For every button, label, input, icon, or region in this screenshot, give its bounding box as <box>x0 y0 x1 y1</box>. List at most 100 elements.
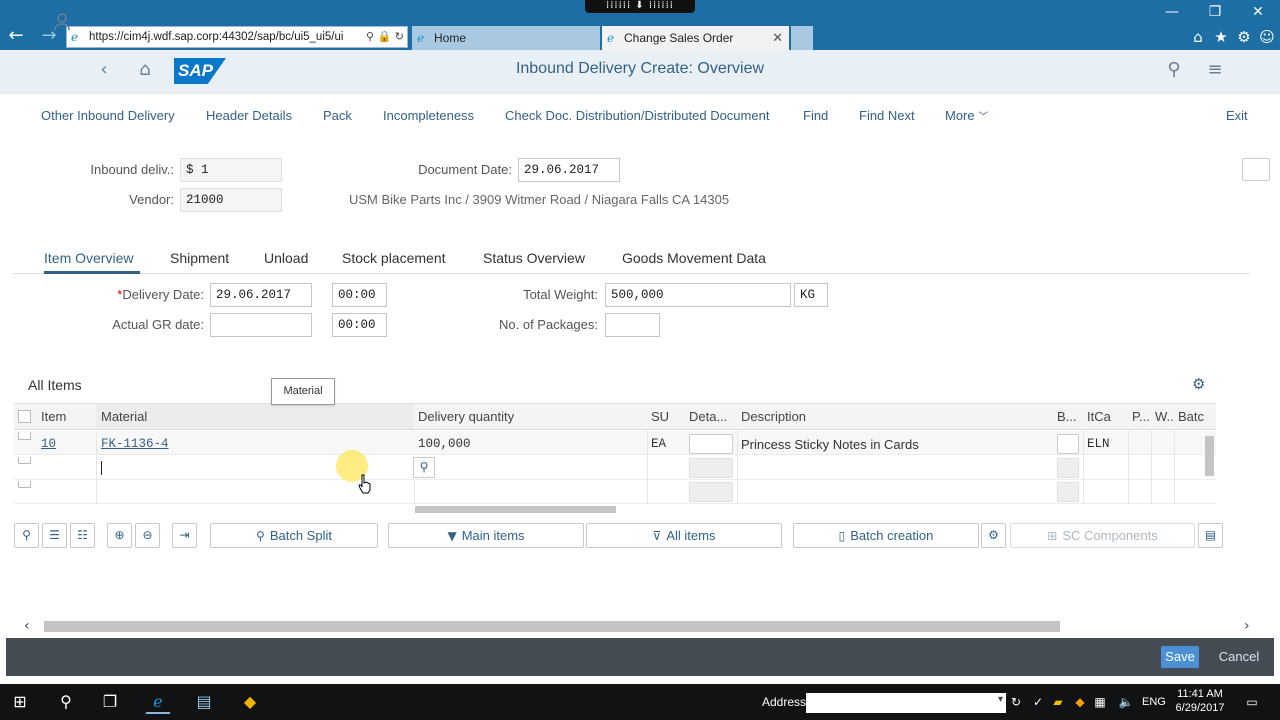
tab-item-overview[interactable]: Item Overview <box>44 250 133 266</box>
new-tab-button[interactable] <box>791 26 813 50</box>
toolbar-other-inbound-delivery[interactable]: Other Inbound Delivery <box>41 108 175 123</box>
main-items-button[interactable]: ▼ Main items <box>388 523 584 548</box>
vendor-field[interactable]: 21000 <box>180 188 282 212</box>
batch-split-button[interactable]: ⚲ Batch Split <box>210 523 378 548</box>
tray-folder-icon[interactable]: ▰ <box>1050 694 1066 710</box>
column-details[interactable]: Deta... <box>689 409 735 424</box>
delete-row-icon[interactable]: ⊖ <box>135 523 160 548</box>
batch-tools-icon[interactable]: ⚙ <box>981 523 1006 548</box>
item-number-link[interactable]: 10 <box>41 437 56 451</box>
toolbar-check-doc-distribution[interactable]: Check Doc. Distribution/Distributed Docu… <box>505 108 769 123</box>
column-batch[interactable]: Batc <box>1178 409 1208 424</box>
windows-start-icon[interactable]: ⊞ <box>8 690 32 714</box>
document-date-field[interactable]: 29.06.2017 <box>518 158 620 182</box>
delivery-date-field[interactable]: 29.06.2017 <box>210 283 312 307</box>
page-horizontal-scrollbar[interactable]: ‹ › <box>24 619 1254 634</box>
column-w[interactable]: W... <box>1155 409 1173 424</box>
details-field[interactable] <box>689 434 733 454</box>
toolbar-find[interactable]: Find <box>803 108 828 123</box>
dropdown-arrow-icon[interactable]: ▾ <box>998 694 1003 705</box>
column-description[interactable]: Description <box>741 409 806 424</box>
column-su[interactable]: SU <box>651 409 669 424</box>
row-checkbox[interactable] <box>18 481 31 488</box>
select-all-icon[interactable]: ☰ <box>42 523 67 548</box>
tab-stock-placement[interactable]: Stock placement <box>342 250 446 266</box>
toolbar-pack[interactable]: Pack <box>323 108 352 123</box>
favorites-star-icon[interactable]: ★ <box>1210 26 1232 48</box>
row-checkbox[interactable] <box>18 432 31 440</box>
internet-explorer-icon[interactable]: ℯ <box>146 690 170 714</box>
export-icon[interactable]: ▤ <box>1198 523 1223 548</box>
restore-icon[interactable]: ❐ <box>1195 2 1235 22</box>
delivery-time-field[interactable]: 00:00 <box>332 283 387 307</box>
search-icon[interactable]: ⚲ <box>1162 58 1186 82</box>
toolbar-incompleteness[interactable]: Incompleteness <box>383 108 474 123</box>
address-tools-icon[interactable]: ⚲ 🔒 ↻ <box>366 27 404 47</box>
side-panel-toggle[interactable] <box>1242 158 1270 181</box>
save-button[interactable]: Save <box>1161 646 1199 668</box>
browser-tab-change-sales-order[interactable]: ℯ Change Sales Order ✕ <box>602 26 789 50</box>
back-chevron-icon[interactable]: ‹ <box>92 58 116 82</box>
tab-shipment[interactable]: Shipment <box>170 250 229 266</box>
column-p[interactable]: P... <box>1132 409 1150 424</box>
weight-unit-field[interactable]: KG <box>794 283 828 307</box>
home-icon[interactable]: ⌂ <box>133 58 157 82</box>
scroll-left-icon[interactable]: ‹ <box>24 619 30 634</box>
deselect-all-icon[interactable]: ☷ <box>70 523 95 548</box>
close-tab-icon[interactable]: ✕ <box>772 26 783 50</box>
row-checkbox[interactable] <box>18 457 31 464</box>
material-link[interactable]: FK-1136-4 <box>101 437 169 451</box>
column-itca[interactable]: ItCa <box>1087 409 1111 424</box>
tab-status-overview[interactable]: Status Overview <box>483 250 585 266</box>
minimize-icon[interactable]: — <box>1152 2 1192 22</box>
clock[interactable]: 11:41 AM 6/29/2017 <box>1172 687 1228 715</box>
cancel-button[interactable]: Cancel <box>1212 646 1266 668</box>
page-scroll-thumb[interactable] <box>44 621 1060 632</box>
close-window-icon[interactable]: ✕ <box>1238 2 1278 22</box>
value-help-search-icon[interactable]: ⚲ <box>413 457 435 478</box>
packages-field[interactable] <box>605 313 660 337</box>
actual-gr-date-field[interactable] <box>210 313 312 337</box>
zoom-details-icon[interactable]: ⚲ <box>14 523 39 548</box>
batch-creation-button[interactable]: ▯ Batch creation <box>793 523 979 548</box>
search-icon[interactable]: ⚲ <box>54 690 78 714</box>
column-delivery-quantity[interactable]: Delivery quantity <box>418 409 514 424</box>
inbound-delivery-field[interactable]: $ 1 <box>180 158 282 182</box>
add-row-icon[interactable]: ⊕ <box>107 523 132 548</box>
column-material[interactable]: Material <box>101 409 147 424</box>
settings-gear-icon[interactable]: ⚙ <box>1233 26 1255 48</box>
indent-icon[interactable]: ⇥ <box>172 523 197 548</box>
sap-gui-icon[interactable]: ◆ <box>238 690 262 714</box>
tray-network-icon[interactable]: ▦ <box>1092 694 1108 710</box>
table-row[interactable] <box>14 431 1216 455</box>
volume-icon[interactable]: 🔈 <box>1118 694 1134 710</box>
toolbar-find-next[interactable]: Find Next <box>859 108 915 123</box>
tab-goods-movement-data[interactable]: Goods Movement Data <box>622 250 766 266</box>
table-settings-gear-icon[interactable]: ⚙ <box>1192 376 1208 392</box>
total-weight-field[interactable]: 500,000 <box>605 283 791 307</box>
tray-sap-icon[interactable]: ◆ <box>1072 694 1088 710</box>
sap-logon-icon[interactable]: ▤ <box>192 690 216 714</box>
column-b[interactable]: B... <box>1057 409 1081 424</box>
address-bar[interactable]: ℯ https://cim4j.wdf.sap.corp:44302/sap/b… <box>66 26 408 48</box>
home-icon[interactable]: ⌂ <box>1187 26 1209 48</box>
table-horizontal-scroll-thumb[interactable] <box>415 506 616 513</box>
back-arrow-icon[interactable]: ← <box>5 25 27 47</box>
taskbar-address-input[interactable]: ▾ <box>806 693 1006 713</box>
language-indicator[interactable]: ENG <box>1142 696 1166 708</box>
remote-session-bar[interactable]: ⁞⁞⁞⁞⁞⁞ ⬇ ⁞⁞⁞⁞⁞⁞ <box>585 0 695 13</box>
browser-tab-home[interactable]: ℯ Home <box>412 26 600 50</box>
scroll-right-icon[interactable]: › <box>1244 619 1250 634</box>
toolbar-more[interactable]: More ﹀ <box>945 108 988 123</box>
tab-unload[interactable]: Unload <box>264 250 308 266</box>
task-view-icon[interactable]: ❐ <box>98 690 122 714</box>
tray-check-icon[interactable]: ✓ <box>1030 694 1046 710</box>
menu-lines-icon[interactable]: ≡ <box>1203 58 1227 82</box>
column-item[interactable]: Item <box>41 409 66 424</box>
select-all-checkbox[interactable] <box>18 410 31 423</box>
actual-gr-time-field[interactable]: 00:00 <box>332 313 387 337</box>
table-vertical-scroll-thumb[interactable] <box>1205 436 1214 476</box>
notifications-icon[interactable]: ▭ <box>1244 694 1260 710</box>
user-icon[interactable] <box>50 10 74 34</box>
toolbar-exit[interactable]: Exit <box>1226 108 1248 123</box>
